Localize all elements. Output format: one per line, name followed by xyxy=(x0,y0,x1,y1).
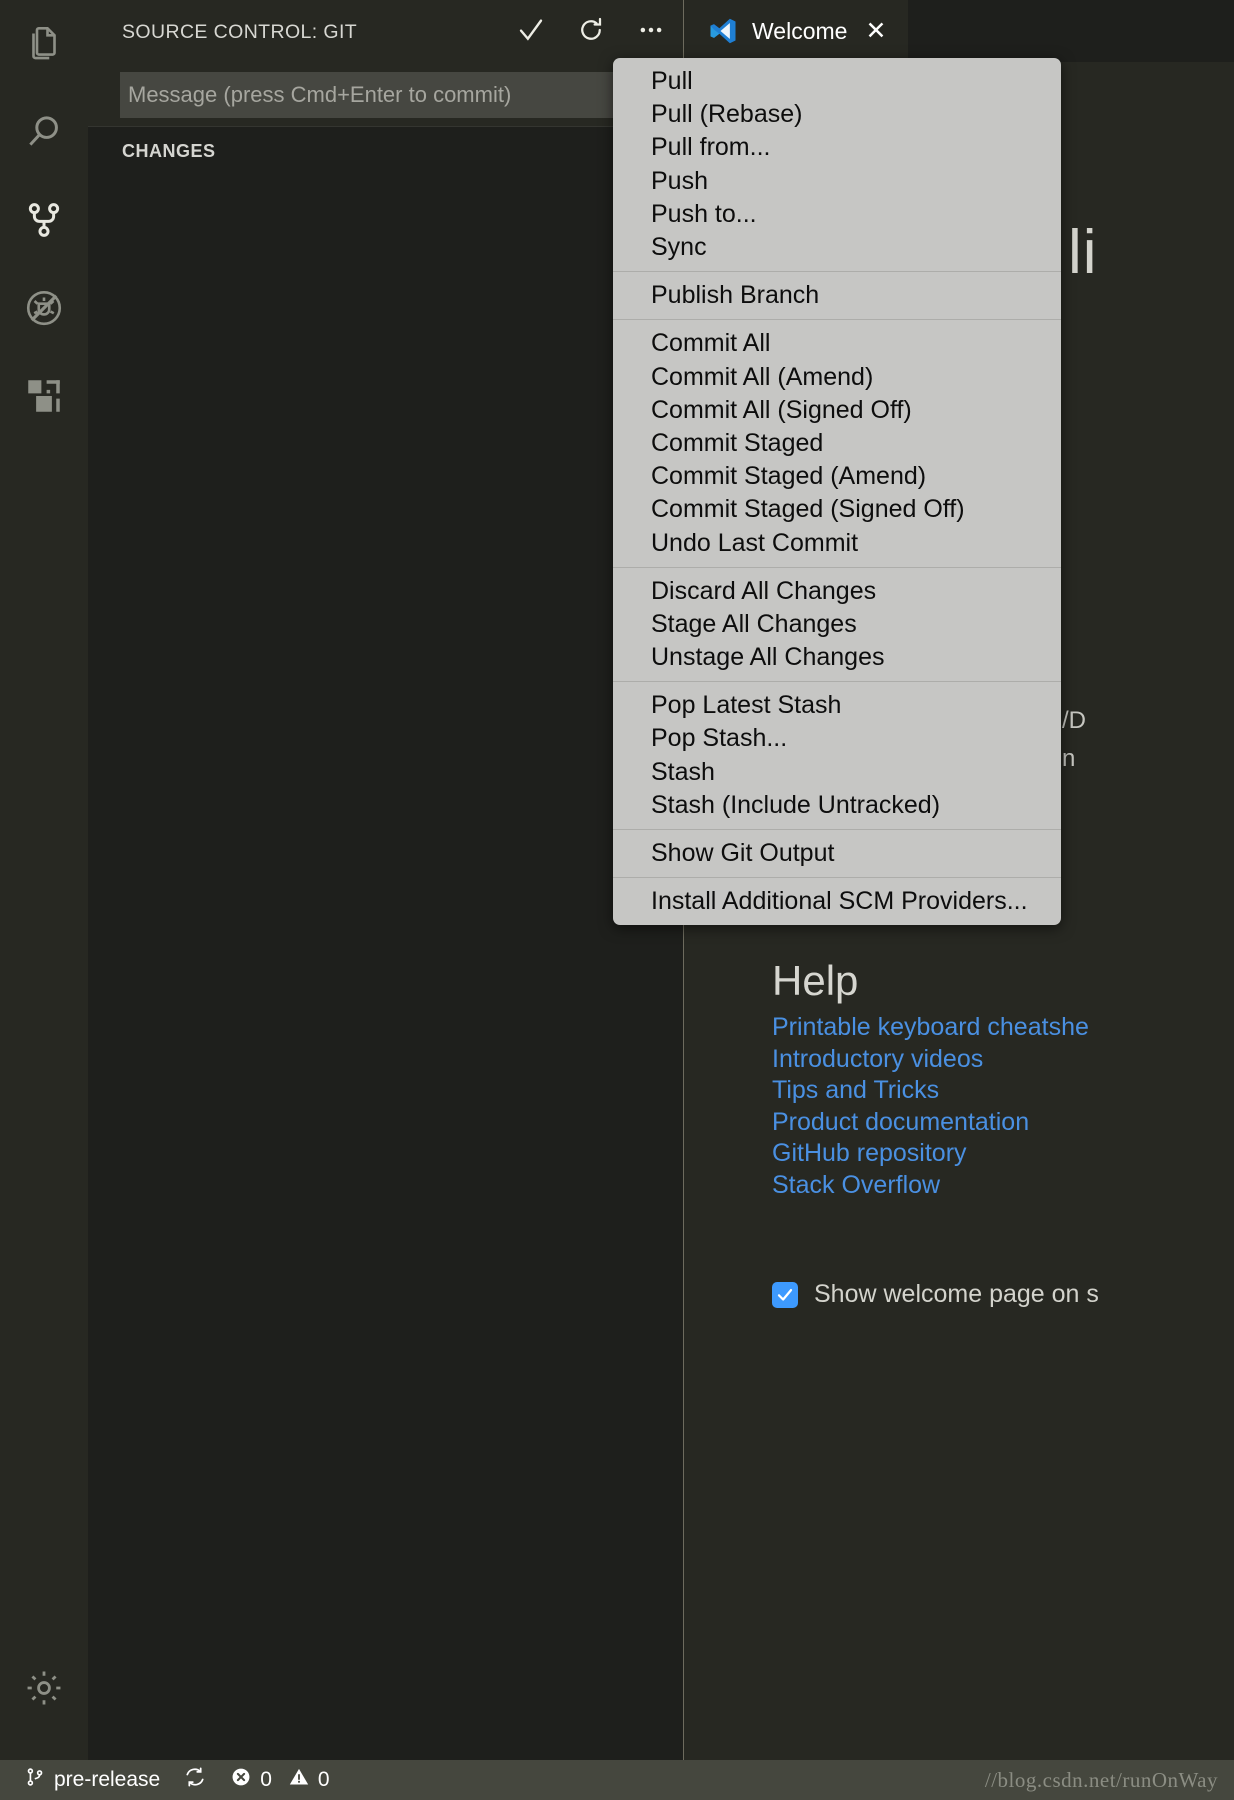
vscode-window: SOURCE CONTROL: GIT Message (press Cmd+E… xyxy=(0,0,1234,1800)
ctx-item-commit-staged-amend[interactable]: Commit Staged (Amend) xyxy=(613,460,1061,493)
gear-icon xyxy=(23,1667,65,1709)
activity-item-explorer[interactable] xyxy=(0,0,88,88)
commit-button[interactable] xyxy=(513,14,549,50)
ctx-item-pop-stash[interactable]: Pop Stash... xyxy=(613,722,1061,755)
show-welcome-checkbox[interactable] xyxy=(772,1281,798,1308)
more-actions-button[interactable] xyxy=(633,14,669,50)
status-branch-label: pre-release xyxy=(54,1768,161,1791)
vscode-logo-icon xyxy=(708,16,738,46)
activity-bar xyxy=(0,0,88,1760)
ctx-group-sync: Pull Pull (Rebase) Pull from... Push Pus… xyxy=(613,65,1061,264)
tab-bar: Welcome ✕ xyxy=(684,0,1234,62)
git-branch-icon xyxy=(24,1766,46,1794)
changes-pane: CHANGES xyxy=(88,126,683,1760)
welcome-title: li xyxy=(1068,218,1098,287)
ctx-separator-5 xyxy=(613,828,1061,830)
ctx-item-pop-latest-stash[interactable]: Pop Latest Stash xyxy=(613,689,1061,722)
scm-header: SOURCE CONTROL: GIT xyxy=(88,0,683,64)
activity-item-search[interactable] xyxy=(0,88,88,176)
scm-actions xyxy=(513,14,669,50)
sync-icon xyxy=(184,1766,206,1794)
ctx-item-discard-all-changes[interactable]: Discard All Changes xyxy=(613,575,1061,608)
help-links-list: Printable keyboard cheatshe Introductory… xyxy=(772,1012,1089,1201)
activity-item-run-and-debug[interactable] xyxy=(0,264,88,352)
activity-item-manage[interactable] xyxy=(0,1644,88,1732)
source-control-icon xyxy=(23,199,65,241)
help-link-github-repository[interactable]: GitHub repository xyxy=(772,1138,1089,1170)
activity-item-extensions[interactable] xyxy=(0,352,88,440)
ctx-group-commit: Commit All Commit All (Amend) Commit All… xyxy=(613,327,1061,559)
ctx-item-pull-from[interactable]: Pull from... xyxy=(613,131,1061,164)
help-heading: Help xyxy=(772,957,859,1004)
help-link-product-documentation[interactable]: Product documentation xyxy=(772,1107,1089,1139)
ctx-group-providers: Install Additional SCM Providers... xyxy=(613,885,1061,918)
help-link-printable-cheatsheet[interactable]: Printable keyboard cheatshe xyxy=(772,1012,1089,1044)
ctx-item-undo-last-commit[interactable]: Undo Last Commit xyxy=(613,526,1061,559)
ctx-group-changes: Discard All Changes Stage All Changes Un… xyxy=(613,575,1061,675)
close-icon[interactable]: ✕ xyxy=(865,18,886,44)
refresh-button[interactable] xyxy=(573,14,609,50)
activity-item-source-control[interactable] xyxy=(0,176,88,264)
ctx-group-branch: Publish Branch xyxy=(613,279,1061,312)
help-link-tips-and-tricks[interactable]: Tips and Tricks xyxy=(772,1075,1089,1107)
ctx-item-commit-staged[interactable]: Commit Staged xyxy=(613,427,1061,460)
ctx-group-output: Show Git Output xyxy=(613,837,1061,870)
help-link-introductory-videos[interactable]: Introductory videos xyxy=(772,1044,1089,1076)
extensions-icon xyxy=(23,375,65,417)
git-actions-context-menu: Pull Pull (Rebase) Pull from... Push Pus… xyxy=(613,58,1061,926)
source-control-sidebar: SOURCE CONTROL: GIT Message (press Cmd+E… xyxy=(88,0,683,1760)
ctx-separator-3 xyxy=(613,566,1061,568)
welcome-recent-line-2: n xyxy=(1062,745,1076,772)
ctx-item-pull-rebase[interactable]: Pull (Rebase) xyxy=(613,98,1061,131)
ctx-group-stash: Pop Latest Stash Pop Stash... Stash Stas… xyxy=(613,689,1061,822)
ctx-item-push-to[interactable]: Push to... xyxy=(613,198,1061,231)
ctx-item-commit-all[interactable]: Commit All xyxy=(613,327,1061,360)
status-bar: pre-release 0 0 //blog.csdn.net/runOnWay xyxy=(0,1760,1234,1800)
files-icon xyxy=(23,23,65,65)
ctx-item-commit-all-amend[interactable]: Commit All (Amend) xyxy=(613,361,1061,394)
ctx-separator-1 xyxy=(613,271,1061,273)
ctx-item-publish-branch[interactable]: Publish Branch xyxy=(613,279,1061,312)
ctx-item-push[interactable]: Push xyxy=(613,165,1061,198)
ctx-separator-2 xyxy=(613,319,1061,321)
help-link-stack-overflow[interactable]: Stack Overflow xyxy=(772,1170,1089,1202)
scm-title: SOURCE CONTROL: GIT xyxy=(122,20,358,43)
show-welcome-row: Show welcome page on s xyxy=(772,1280,1099,1309)
ctx-item-install-additional-scm-providers[interactable]: Install Additional SCM Providers... xyxy=(613,885,1061,918)
ctx-separator-6 xyxy=(613,877,1061,879)
search-icon xyxy=(23,111,65,153)
tab-label: Welcome xyxy=(752,17,848,44)
ctx-separator-4 xyxy=(613,681,1061,683)
run-debug-icon xyxy=(23,287,65,329)
status-error-count: 0 xyxy=(260,1768,272,1791)
status-branch[interactable]: pre-release xyxy=(0,1760,172,1800)
ctx-item-commit-all-signed-off[interactable]: Commit All (Signed Off) xyxy=(613,394,1061,427)
ctx-item-pull[interactable]: Pull xyxy=(613,65,1061,98)
ctx-item-show-git-output[interactable]: Show Git Output xyxy=(613,837,1061,870)
welcome-recent-line-1: /D xyxy=(1062,707,1086,734)
ctx-item-sync[interactable]: Sync xyxy=(613,231,1061,264)
status-warning-count: 0 xyxy=(317,1768,330,1791)
ctx-item-stage-all-changes[interactable]: Stage All Changes xyxy=(613,608,1061,641)
status-problems[interactable]: 0 0 xyxy=(218,1760,341,1800)
ctx-item-stash-include-untracked[interactable]: Stash (Include Untracked) xyxy=(613,789,1061,822)
error-icon xyxy=(230,1766,252,1794)
ellipsis-icon xyxy=(636,15,666,50)
warning-icon xyxy=(288,1766,310,1794)
commit-message-input[interactable] xyxy=(120,72,620,118)
ctx-item-unstage-all-changes[interactable]: Unstage All Changes xyxy=(613,641,1061,674)
refresh-icon xyxy=(576,15,606,50)
ctx-item-stash[interactable]: Stash xyxy=(613,756,1061,789)
ctx-item-commit-staged-signed-off[interactable]: Commit Staged (Signed Off) xyxy=(613,493,1061,526)
watermark-text: //blog.csdn.net/runOnWay xyxy=(984,1767,1218,1792)
checkmark-icon xyxy=(516,15,546,50)
show-welcome-label: Show welcome page on s xyxy=(814,1280,1099,1308)
changes-section-header[interactable]: CHANGES xyxy=(88,127,683,162)
status-sync[interactable] xyxy=(172,1760,218,1800)
tab-welcome[interactable]: Welcome ✕ xyxy=(684,0,909,62)
